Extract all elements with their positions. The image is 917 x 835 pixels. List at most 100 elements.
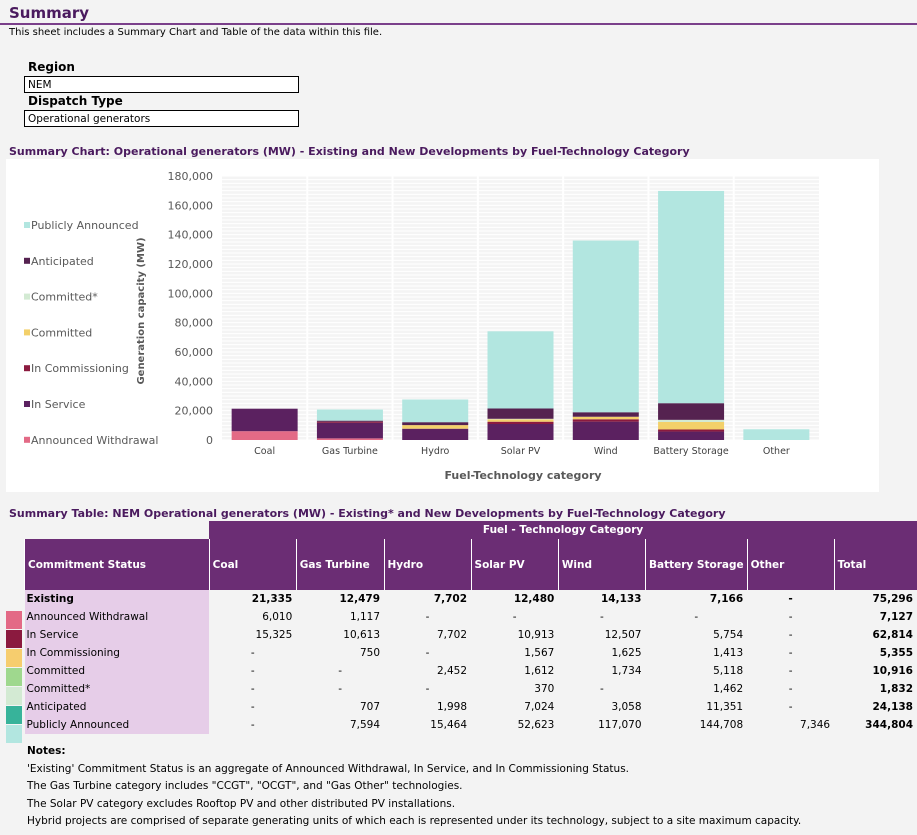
table-row: Announced Withdrawal 6,010 1,117 - - - - - 7,127 (24, 608, 917, 626)
legend-label: Committed (31, 326, 92, 339)
bar-segment (572, 421, 639, 440)
x-tick-label: Hydro (421, 446, 449, 457)
status-cell: Committed* (24, 680, 210, 698)
x-tick-label: Other (763, 446, 790, 457)
notes-title: Notes: (27, 745, 66, 757)
bar-segment (658, 429, 725, 432)
status-swatch (6, 611, 22, 629)
bar-segment (316, 422, 383, 439)
y-tick-label: 60,000 (175, 346, 214, 359)
value-cell: - (788, 701, 793, 713)
column-header: Other (746, 539, 835, 590)
bar-segment (487, 418, 554, 420)
value-cell: 750 (359, 647, 381, 659)
value-cell: 1,998 (436, 701, 468, 713)
page-title: Summary (9, 4, 90, 22)
table-section-title: Summary Table: NEM Operational generator… (9, 507, 726, 520)
bar-segment (658, 190, 725, 404)
table-row: Publicly Announced - 7,594 15,464 52,623 117,… (24, 716, 917, 734)
value-cell: 7,346 (800, 719, 831, 731)
value-cell: 1,117 (349, 611, 381, 623)
value-cell: - (788, 647, 793, 659)
value-cell: 7,702 (436, 629, 468, 641)
legend-label: Announced Withdrawal (31, 434, 158, 447)
status-swatch (6, 687, 22, 705)
bar-segment (402, 422, 469, 426)
table-group-header: Fuel - Technology Category (209, 521, 917, 539)
status-swatch (6, 630, 22, 648)
bar-segment (487, 419, 554, 422)
value-cell: 370 (534, 683, 555, 695)
column-header: Wind (557, 539, 646, 590)
y-tick-label: 20,000 (175, 405, 214, 418)
value-cell: 1,832 (879, 683, 913, 695)
value-cell: 10,913 (517, 629, 555, 641)
table-row: In Commissioning - 750 - 1,567 1,625 1,413 - 5,3… (24, 644, 917, 662)
status-swatch (6, 706, 22, 724)
legend-swatch (24, 257, 30, 264)
y-tick-label: 40,000 (175, 375, 214, 388)
value-cell: 12,480 (513, 593, 555, 605)
y-tick-label: 100,000 (168, 287, 214, 300)
note-line: Hybrid projects are comprised of separat… (27, 815, 802, 828)
note-line: The Solar PV category excludes Rooftop P… (27, 797, 456, 810)
table-body: Existing 21,335 12,479 7,702 12,480 14,133 7,1… (24, 590, 917, 734)
page-subtitle: This sheet includes a Summary Chart and … (9, 27, 383, 38)
status-cell: Announced Withdrawal (24, 608, 210, 626)
bar-segment (316, 421, 383, 423)
bar-segment (316, 420, 383, 422)
y-tick-label: 160,000 (168, 199, 214, 212)
bar-segment (572, 419, 639, 422)
x-tick-label: Wind (594, 446, 618, 457)
value-cell: 1,567 (524, 647, 555, 659)
bar-segment (402, 428, 469, 440)
status-cell: Publicly Announced (24, 716, 210, 734)
legend-label: In Commissioning (31, 362, 129, 375)
table-row: Committed - - 2,452 1,612 1,734 5,118 - 10,916 (24, 662, 917, 680)
value-cell: 14,133 (600, 593, 642, 605)
bar-segment (658, 431, 725, 440)
value-cell: 144,708 (699, 719, 744, 731)
value-cell: 7,594 (349, 719, 381, 731)
table-row: Existing 21,335 12,479 7,702 12,480 14,133 7,1… (24, 590, 917, 608)
region-select[interactable]: NEM (24, 76, 299, 93)
value-cell: 117,070 (598, 719, 642, 731)
bar-segment (402, 425, 469, 429)
value-cell: - (600, 611, 604, 623)
value-cell: 12,479 (339, 593, 381, 605)
bar-segment (316, 438, 383, 440)
note-line: 'Existing' Commitment Status is an aggre… (27, 762, 629, 775)
legend-swatch (24, 222, 30, 228)
x-axis-label: Fuel-Technology category (444, 469, 601, 482)
column-header: Gas Turbine (295, 539, 385, 590)
x-tick-label: Solar PV (501, 446, 541, 457)
bar-segment (231, 431, 298, 440)
y-tick-label: 140,000 (168, 229, 214, 242)
status-cell: Existing (24, 590, 210, 608)
value-cell: 5,754 (713, 629, 744, 641)
status-cell: Committed (24, 662, 210, 680)
status-swatch (6, 668, 22, 686)
bar-segment (572, 412, 639, 417)
y-axis-label: Generation capacity (MW) (136, 237, 147, 384)
legend-swatch (24, 436, 30, 443)
status-swatch (6, 725, 22, 743)
dispatch-type-select[interactable]: Operational generators (24, 110, 299, 127)
value-cell: 21,335 (251, 593, 293, 605)
value-cell: - (694, 611, 699, 623)
value-cell: - (788, 611, 793, 623)
bar-segment (572, 240, 639, 413)
value-cell: 1,612 (524, 665, 555, 677)
value-cell: 7,702 (433, 593, 468, 605)
bar-segment (487, 423, 554, 440)
table-row: In Service 15,325 10,613 7,702 10,913 12,507 5… (24, 626, 917, 644)
value-cell: 707 (359, 701, 381, 713)
notes: Notes: 'Existing' Commitment Status is a… (27, 743, 801, 831)
x-tick-label: Gas Turbine (322, 446, 378, 457)
value-cell: 15,325 (255, 629, 293, 641)
value-cell: - (338, 683, 343, 695)
legend-swatch (24, 365, 30, 372)
status-swatch (6, 649, 22, 667)
column-header: Battery Storage (645, 539, 748, 590)
legend-label: Publicly Announced (31, 219, 139, 232)
